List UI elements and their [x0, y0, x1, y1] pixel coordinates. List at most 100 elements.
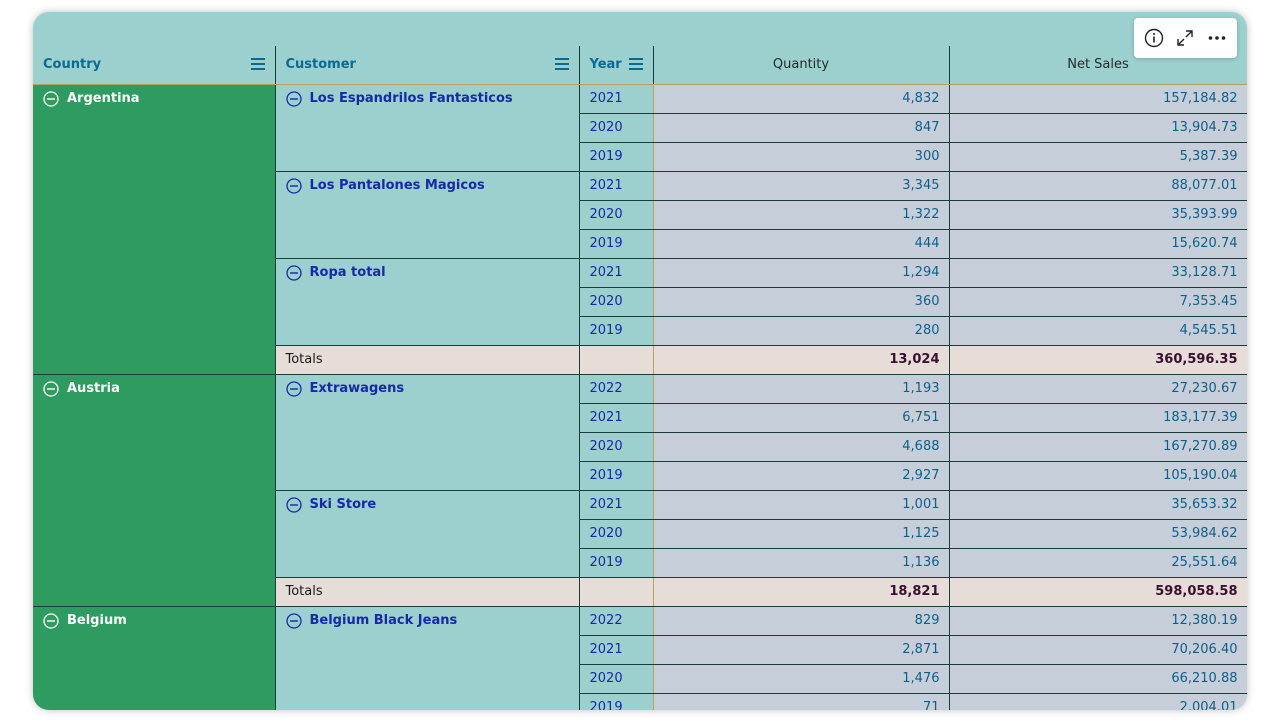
quantity-cell: 847 [653, 113, 950, 143]
quantity-header[interactable]: Quantity [653, 46, 950, 85]
quantity-cell: 4,832 [653, 84, 950, 114]
collapse-icon[interactable] [285, 380, 302, 397]
net-sales-cell: 66,210.88 [949, 664, 1247, 694]
country-cell[interactable]: Austria [33, 374, 276, 607]
expand-icon[interactable] [1172, 25, 1198, 51]
totals-year-empty [579, 577, 654, 607]
year-cell: 2022 [579, 374, 654, 404]
year-cell: 2019 [579, 142, 654, 172]
country-cell[interactable]: Belgium [33, 606, 276, 710]
net-sales-cell: 53,984.62 [949, 519, 1247, 549]
customer-cell[interactable]: Belgium Black Jeans [275, 606, 580, 710]
pivot-table-wrapper: Country Customer Year Quantity Net Sales… [33, 46, 1247, 710]
customer-cell[interactable]: Ropa total [275, 258, 580, 346]
totals-quantity: 18,821 [653, 577, 950, 607]
collapse-icon[interactable] [285, 264, 302, 281]
year-header[interactable]: Year [579, 46, 654, 85]
totals-net-sales: 360,596.35 [949, 345, 1247, 375]
customer-cell[interactable]: Ski Store [275, 490, 580, 578]
net-sales-cell: 183,177.39 [949, 403, 1247, 433]
country-header-label: Country [43, 57, 102, 73]
customer-cell[interactable]: Extrawagens [275, 374, 580, 491]
net-sales-cell: 5,387.39 [949, 142, 1247, 172]
pivot-table-panel: Country Customer Year Quantity Net Sales… [33, 12, 1247, 710]
quantity-cell: 2,871 [653, 635, 950, 665]
info-icon[interactable] [1141, 25, 1167, 51]
chart-toolbar [1134, 18, 1237, 58]
net-sales-cell: 35,393.99 [949, 200, 1247, 230]
quantity-cell: 1,125 [653, 519, 950, 549]
net-sales-cell: 157,184.82 [949, 84, 1247, 114]
totals-year-empty [579, 345, 654, 375]
hamburger-menu-icon[interactable] [250, 58, 265, 74]
collapse-icon[interactable] [43, 90, 59, 107]
net-sales-cell: 25,551.64 [949, 548, 1247, 578]
customer-header-label: Customer [285, 57, 356, 73]
customer-name: Extrawagens [309, 381, 405, 396]
quantity-header-label: Quantity [772, 57, 830, 73]
net-sales-cell: 4,545.51 [949, 316, 1247, 346]
quantity-cell: 4,688 [653, 432, 950, 462]
net-sales-cell: 15,620.74 [949, 229, 1247, 259]
net-sales-cell: 70,206.40 [949, 635, 1247, 665]
year-cell: 2020 [579, 200, 654, 230]
year-cell: 2022 [579, 606, 654, 636]
quantity-cell: 300 [653, 142, 950, 172]
net-sales-cell: 33,128.71 [949, 258, 1247, 288]
net-sales-cell: 167,270.89 [949, 432, 1247, 462]
year-cell: 2019 [579, 229, 654, 259]
quantity-cell: 71 [653, 693, 950, 710]
quantity-cell: 829 [653, 606, 950, 636]
quantity-cell: 6,751 [653, 403, 950, 433]
table-row: Argentina Los Espandrilos Fantasticos 2021… [33, 84, 1247, 375]
year-cell: 2021 [579, 490, 654, 520]
country-header[interactable]: Country [33, 46, 276, 85]
collapse-icon[interactable] [285, 612, 302, 629]
customer-name: Ropa total [309, 265, 386, 280]
collapse-icon[interactable] [43, 612, 59, 629]
country-name: Argentina [67, 91, 140, 106]
totals-net-sales: 598,058.58 [949, 577, 1247, 607]
year-cell: 2020 [579, 113, 654, 143]
quantity-cell: 1,294 [653, 258, 950, 288]
pivot-body: Argentina Los Espandrilos Fantasticos 2021… [33, 84, 1247, 710]
header-row: Country Customer Year Quantity Net Sales [33, 46, 1247, 85]
quantity-cell: 1,136 [653, 548, 950, 578]
net-sales-cell: 35,653.32 [949, 490, 1247, 520]
quantity-cell: 1,193 [653, 374, 950, 404]
net-sales-cell: 7,353.45 [949, 287, 1247, 317]
customer-cell[interactable]: Los Pantalones Magicos [275, 171, 580, 259]
year-cell: 2021 [579, 171, 654, 201]
year-cell: 2020 [579, 519, 654, 549]
customer-name: Los Pantalones Magicos [309, 178, 485, 193]
quantity-cell: 2,927 [653, 461, 950, 491]
collapse-icon[interactable] [285, 177, 302, 194]
table-row: Belgium Belgium Black Jeans 2022 829 12,380.… [33, 606, 1247, 710]
totals-quantity: 13,024 [653, 345, 950, 375]
totals-label: Totals [275, 345, 580, 375]
quantity-cell: 1,001 [653, 490, 950, 520]
customer-cell[interactable]: Los Espandrilos Fantasticos [275, 84, 580, 172]
customer-name: Belgium Black Jeans [309, 613, 458, 628]
customer-header[interactable]: Customer [275, 46, 580, 85]
year-cell: 2021 [579, 635, 654, 665]
year-cell: 2021 [579, 84, 654, 114]
pivot-table: Country Customer Year Quantity Net Sales… [33, 46, 1247, 710]
net-sales-cell: 13,904.73 [949, 113, 1247, 143]
year-cell: 2019 [579, 548, 654, 578]
net-sales-header-label: Net Sales [1067, 57, 1129, 73]
country-name: Austria [67, 381, 120, 396]
hamburger-menu-icon[interactable] [628, 58, 643, 74]
quantity-cell: 360 [653, 287, 950, 317]
country-cell[interactable]: Argentina [33, 84, 276, 375]
collapse-icon[interactable] [285, 90, 302, 107]
quantity-cell: 1,322 [653, 200, 950, 230]
totals-label: Totals [275, 577, 580, 607]
collapse-icon[interactable] [43, 380, 59, 397]
table-row: Austria Extrawagens 2022 1,193 27,230.67 [33, 374, 1247, 607]
hamburger-menu-icon[interactable] [554, 58, 569, 74]
collapse-icon[interactable] [285, 496, 302, 513]
quantity-cell: 1,476 [653, 664, 950, 694]
quantity-cell: 280 [653, 316, 950, 346]
more-icon[interactable] [1204, 25, 1230, 51]
